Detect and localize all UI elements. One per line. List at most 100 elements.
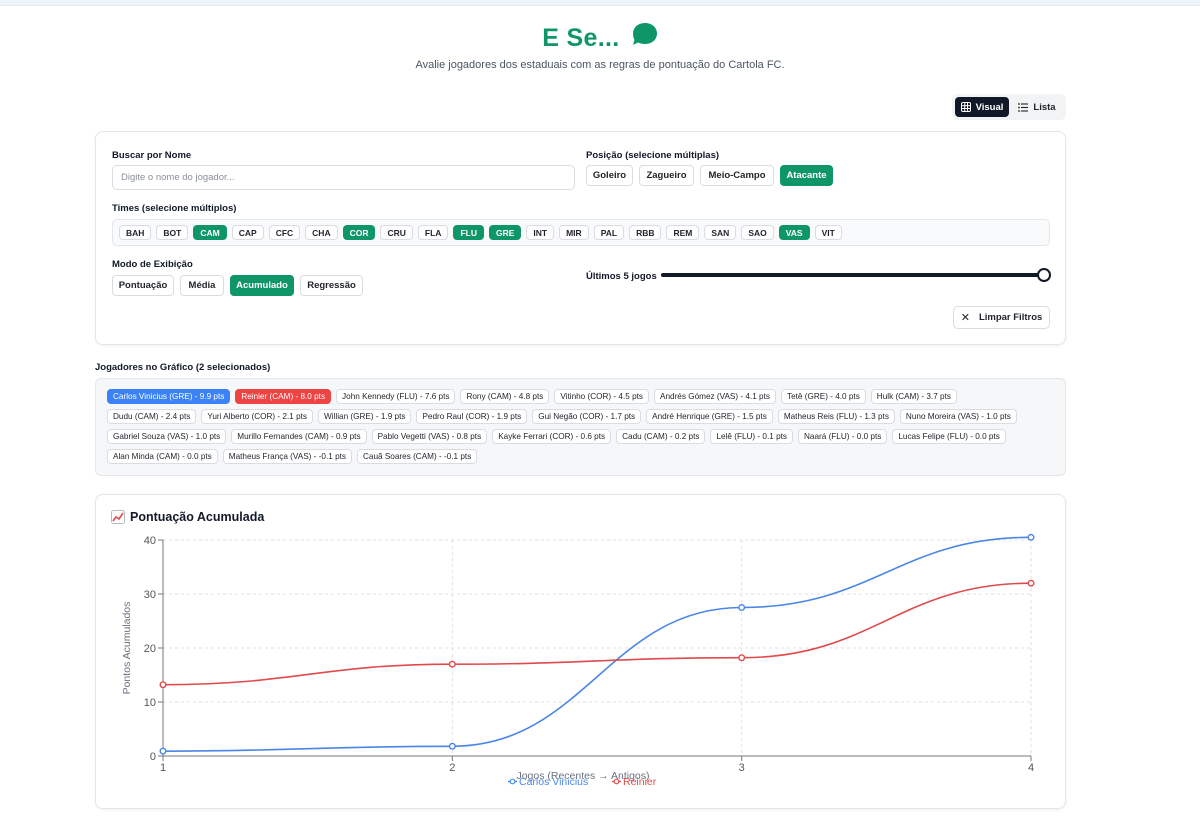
y-axis-label: Pontos Acumulados xyxy=(121,602,133,695)
clear-filters-button[interactable]: ✕ Limpar Filtros xyxy=(953,306,1050,329)
team-chip[interactable]: FLA xyxy=(417,225,449,240)
player-chip[interactable]: Lelê (FLU) - 0.1 pts xyxy=(710,429,793,444)
games-slider-track[interactable] xyxy=(661,273,1045,277)
data-point-carlos-vinicius xyxy=(738,603,746,611)
chart-plot: 0102030401 2 3 4Pontos AcumuladosJogos (Rec… xyxy=(121,533,1035,788)
player-chip[interactable]: Lucas Felipe (FLU) - 0.0 pts xyxy=(892,429,1006,444)
player-chip[interactable]: Pablo Vegetti (VAS) - 0.8 pts xyxy=(371,429,488,444)
player-chip[interactable]: Andrés Gómez (VAS) - 4.1 pts xyxy=(654,389,776,404)
player-chip[interactable]: Yuri Alberto (COR) - 2.1 pts xyxy=(201,409,314,424)
player-row: Alan Minda (CAM) - 0.0 pts Matheus Franç… xyxy=(107,449,1065,464)
mode-acumulado-button[interactable]: Acumulado xyxy=(230,275,294,296)
player-chip[interactable]: Pedro Raul (COR) - 1.9 pts xyxy=(416,409,528,424)
list-view-label: Lista xyxy=(1033,101,1056,113)
team-chip[interactable]: INT xyxy=(526,225,555,240)
team-chip[interactable]: BAH xyxy=(119,225,152,240)
team-chip[interactable]: CHA xyxy=(305,225,338,240)
player-chip[interactable]: Gui Negão (COR) - 1.7 pts xyxy=(532,409,642,424)
player-chip[interactable]: Naará (FLU) - 0.0 pts xyxy=(798,429,888,444)
player-chip[interactable]: Carlos Vinicius (GRE) - 9.9 pts xyxy=(107,389,231,404)
team-chip[interactable]: SAN xyxy=(704,225,737,240)
team-chip[interactable]: REM xyxy=(666,225,700,240)
data-point-carlos-vinicius xyxy=(159,747,167,755)
games-slider-label: Últimos 5 jogos xyxy=(586,271,657,282)
player-chip[interactable]: Matheus França (VAS) - -0.1 pts xyxy=(222,449,352,464)
y-tick-label: 20 xyxy=(144,643,156,655)
x-tick-label: 3 xyxy=(739,762,745,774)
view-toggle: Visual Lista xyxy=(952,94,1066,120)
position-label: Posição (selecione múltiplas) xyxy=(586,150,720,161)
x-tick-label: 1 xyxy=(160,762,166,774)
mode-label: Modo de Exibição xyxy=(112,259,193,270)
visual-view-button[interactable]: Visual xyxy=(955,97,1009,117)
player-chip[interactable]: Murillo Fernandes (CAM) - 0.9 pts xyxy=(231,429,367,444)
x-tick-label: 4 xyxy=(1028,762,1034,774)
team-chip[interactable]: CAP xyxy=(231,225,264,240)
team-chip[interactable]: PAL xyxy=(593,225,625,240)
team-chip[interactable]: MIR xyxy=(559,225,589,240)
y-tick-label: 0 xyxy=(150,751,156,763)
mode-regressao-button[interactable]: Regressão xyxy=(300,275,363,296)
position-meio-campo-button[interactable]: Meio-Campo xyxy=(700,165,774,186)
player-chip[interactable]: John Kennedy (FLU) - 7.6 pts xyxy=(336,389,456,404)
team-chip[interactable]: VIT xyxy=(814,225,842,240)
y-tick-label: 40 xyxy=(144,535,156,547)
team-chip[interactable]: CAM xyxy=(193,225,227,240)
legend-label-reinier: Reinier xyxy=(623,776,657,788)
speech-bubble-icon xyxy=(632,22,658,53)
position-goleiro-button[interactable]: Goleiro xyxy=(586,165,633,186)
players-list: Carlos Vinicius (GRE) - 9.9 pts Reinier … xyxy=(95,378,1066,476)
player-chip[interactable]: Hulk (CAM) - 3.7 pts xyxy=(870,389,957,404)
page-subtitle: Avalie jogadores dos estaduais com as re… xyxy=(415,59,785,71)
team-chip[interactable]: CFC xyxy=(268,225,301,240)
data-point-reinier xyxy=(738,654,746,662)
team-chip[interactable]: RBB xyxy=(629,225,662,240)
position-zagueiro-button[interactable]: Zagueiro xyxy=(639,165,694,186)
clear-filters-label: Limpar Filtros xyxy=(978,312,1043,323)
team-chip[interactable]: FLU xyxy=(453,225,484,240)
list-icon xyxy=(1018,102,1029,112)
player-row: Gabriel Souza (VAS) - 1.0 pts Murillo Fe… xyxy=(107,429,1065,444)
player-chip[interactable]: Nuno Moreira (VAS) - 1.0 pts xyxy=(899,409,1017,424)
player-chip[interactable]: Vitinho (COR) - 4.5 pts xyxy=(554,389,650,404)
series-line-carlos-vinicius xyxy=(162,536,1032,752)
visual-view-label: Visual xyxy=(975,101,1004,113)
team-chip[interactable]: CRU xyxy=(380,225,413,240)
player-chip[interactable]: Cadu (CAM) - 0.2 pts xyxy=(616,429,706,444)
search-input[interactable] xyxy=(112,165,575,190)
team-chip[interactable]: BOT xyxy=(156,225,189,240)
player-chip[interactable]: Kayke Ferrari (COR) - 0.6 pts xyxy=(492,429,612,444)
player-chip[interactable]: Cauã Soares (CAM) - -0.1 pts xyxy=(357,449,478,464)
player-chip[interactable]: Dudu (CAM) - 2.4 pts xyxy=(107,409,197,424)
mode-media-button[interactable]: Média xyxy=(180,275,224,296)
chart-card: Pontuação Acumulada 0 10 20 30 40 1 2 3 4 Pontos … xyxy=(95,494,1066,809)
player-chip[interactable]: Reinier (CAM) - 8.0 pts xyxy=(235,389,332,404)
player-chip[interactable]: Matheus Reis (FLU) - 1.3 pts xyxy=(777,409,895,424)
team-chip[interactable]: SAO xyxy=(741,225,774,240)
y-tick-label: 30 xyxy=(144,589,156,601)
data-point-carlos-vinicius xyxy=(448,742,456,750)
player-chip[interactable]: Alan Minda (CAM) - 0.0 pts xyxy=(107,449,218,464)
list-view-button[interactable]: Lista xyxy=(1012,97,1062,117)
top-bar xyxy=(0,0,1200,6)
player-chip[interactable]: Tetê (GRE) - 4.0 pts xyxy=(780,389,866,404)
player-row: Dudu (CAM) - 2.4 pts Yuri Alberto (COR) … xyxy=(107,409,1065,424)
filters-panel: Buscar por Nome Posição (selecione múlti… xyxy=(95,131,1066,345)
player-chip[interactable]: André Henrique (GRE) - 1.5 pts xyxy=(646,409,773,424)
search-label: Buscar por Nome xyxy=(112,150,192,161)
player-chip[interactable]: Gabriel Souza (VAS) - 1.0 pts xyxy=(107,429,227,444)
close-icon: ✕ xyxy=(960,312,970,324)
players-section-title: Jogadores no Gráfico (2 selecionados) xyxy=(95,362,271,373)
team-chip[interactable]: COR xyxy=(342,225,376,240)
data-point-reinier xyxy=(1027,579,1035,587)
mode-pontuacao-button[interactable]: Pontuação xyxy=(112,275,174,296)
team-chip[interactable]: GRE xyxy=(488,225,522,240)
player-chip[interactable]: Rony (CAM) - 4.8 pts xyxy=(460,389,550,404)
position-atacante-button[interactable]: Atacante xyxy=(780,165,833,186)
team-chip[interactable]: VAS xyxy=(778,225,810,240)
data-point-reinier xyxy=(448,660,456,668)
games-slider-thumb[interactable] xyxy=(1037,268,1051,282)
data-point-carlos-vinicius xyxy=(1027,533,1035,541)
player-chip[interactable]: Willian (GRE) - 1.9 pts xyxy=(318,409,412,424)
legend-label-carlos-vinicius: Carlos Vinicius xyxy=(519,776,588,788)
